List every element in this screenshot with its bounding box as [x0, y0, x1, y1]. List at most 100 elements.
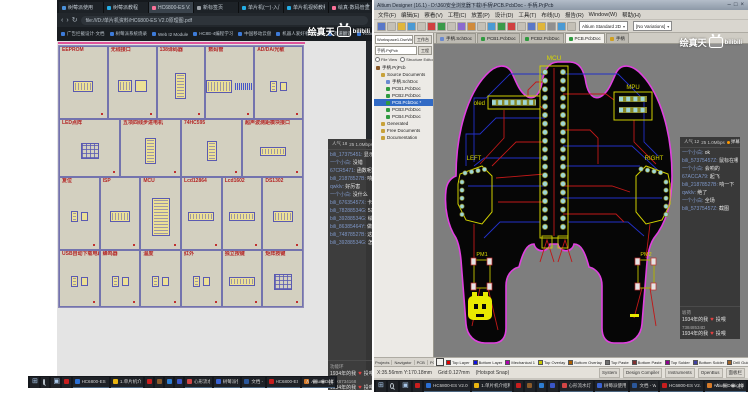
- layer-tab[interactable]: Top Paste: [605, 360, 629, 365]
- project-tree-item[interactable]: Free Documents: [374, 127, 433, 134]
- menu-item[interactable]: Window(W): [589, 12, 617, 18]
- project-tree-item[interactable]: Documentation: [374, 134, 433, 141]
- workspace-button[interactable]: 工作台: [414, 35, 432, 44]
- status-panel-button[interactable]: Design Compiler: [623, 368, 662, 378]
- window-control-button[interactable]: –: [727, 2, 732, 8]
- toolbar-icon[interactable]: [537, 22, 546, 31]
- menu-item[interactable]: 工具(T): [518, 11, 536, 19]
- bookmark-item[interactable]: 广告拦截设计·文档: [61, 31, 105, 37]
- variations-dropdown[interactable]: [No Variations]▾: [633, 21, 672, 31]
- taskbar-item[interactable]: [400, 381, 411, 392]
- layer-tab[interactable]: Top Solder: [665, 360, 690, 365]
- project-tree-item[interactable]: Source Documents: [374, 71, 433, 78]
- toolbar-icon[interactable]: [557, 22, 566, 31]
- project-button[interactable]: 工程: [418, 46, 432, 55]
- taskbar-item[interactable]: [175, 377, 183, 388]
- menu-item[interactable]: 设计(D): [495, 11, 514, 19]
- toolbar-icon[interactable]: [437, 22, 446, 31]
- bookmark-item[interactable]: HC8E-4编程学习: [193, 31, 233, 37]
- taskbar-item[interactable]: [413, 381, 422, 392]
- pcb-canvas[interactable]: 手柄.SchDoc PCB1.PcbDoc PCB2.PcbDoc PCB.Pc…: [434, 33, 748, 357]
- layer-tab[interactable]: Mechanical 1: [505, 360, 535, 365]
- toolbar-icon[interactable]: [547, 22, 556, 31]
- status-panel-button[interactable]: 面板栏: [726, 368, 746, 378]
- project-dropdown[interactable]: 手柄.PrjPcb: [375, 46, 417, 55]
- layer-tab[interactable]: Bottom Paste: [632, 360, 662, 365]
- window-control-button[interactable]: □: [733, 2, 739, 8]
- taskbar-item[interactable]: 树莓派使用课程: [595, 381, 628, 392]
- taskbar-item[interactable]: 文档 - Word: [630, 381, 657, 392]
- document-tab[interactable]: PCB2.PcbDoc: [521, 33, 564, 43]
- browser-tab[interactable]: 单片机视频教程(二): [284, 2, 329, 13]
- toolbar-icon[interactable]: [397, 22, 406, 31]
- toolbar-icon[interactable]: [497, 22, 506, 31]
- dock-panel-tab[interactable]: Projects: [375, 360, 392, 365]
- toolbar-icon[interactable]: [407, 22, 416, 31]
- taskbar-item[interactable]: HC6800-ES V2.0例程…: [73, 377, 109, 388]
- view-option-radio[interactable]: Structure Editor: [400, 57, 434, 62]
- taskbar-item[interactable]: [388, 381, 398, 392]
- taskbar-item[interactable]: 1.单片机介绍和发展: [472, 381, 512, 392]
- layer-tab[interactable]: Bottom Layer: [473, 360, 503, 365]
- taskbar-item[interactable]: 1.单片机介绍和发展: [111, 377, 143, 388]
- project-tree-item[interactable]: PCB2.PcbDoc: [374, 92, 433, 99]
- taskbar-item[interactable]: [514, 381, 523, 392]
- project-tree-item[interactable]: 手柄.SchDoc: [374, 78, 433, 85]
- browser-tab[interactable]: 树莓派使用: [59, 2, 104, 13]
- taskbar-item[interactable]: [548, 381, 557, 392]
- document-tab[interactable]: 手柄.SchDoc: [436, 33, 476, 43]
- document-tab[interactable]: PCB1.PcbDoc: [477, 33, 520, 43]
- toolbar-icon[interactable]: [467, 22, 476, 31]
- layer-tab[interactable]: Drill Guide: [727, 360, 748, 365]
- menu-item[interactable]: 放置(P): [471, 11, 489, 19]
- view-style-dropdown[interactable]: Altium Standard 2D▾: [579, 21, 628, 31]
- taskbar-item[interactable]: [62, 377, 70, 388]
- layer-tab[interactable]: Bottom Overlay: [568, 360, 602, 365]
- bookmark-item[interactable]: 中国移动云盘: [238, 31, 271, 37]
- project-tree-item[interactable]: PCB.PcbDoc *: [374, 99, 433, 106]
- taskbar-item[interactable]: [155, 377, 163, 388]
- toolbar-icon[interactable]: [427, 22, 436, 31]
- toolbar-icon[interactable]: [417, 22, 426, 31]
- toolbar-icon[interactable]: [567, 22, 576, 31]
- menu-item[interactable]: 编辑(E): [401, 11, 419, 19]
- tray-icon[interactable]: ▤: [312, 379, 317, 385]
- toolbar-icon[interactable]: [377, 22, 386, 31]
- layer-tab[interactable]: Bottom Solder: [693, 360, 724, 365]
- menu-item[interactable]: 察看(V): [424, 11, 442, 19]
- browser-tab[interactable]: 树莓派教程: [104, 2, 149, 13]
- browser-tab[interactable]: 单片机(一)·入门教程: [239, 2, 284, 13]
- bookmark-item[interactable]: 树莓派系统烧录: [110, 31, 148, 37]
- back-icon[interactable]: [61, 17, 63, 24]
- browser-tab[interactable]: HC6800-ES V2.0例程: [149, 2, 194, 13]
- menu-item[interactable]: 帮助(H): [622, 11, 641, 19]
- toolbar-icon[interactable]: [477, 22, 486, 31]
- toolbar-icon[interactable]: [487, 22, 496, 31]
- toolbar-icon[interactable]: [517, 22, 526, 31]
- taskbar-item[interactable]: [51, 377, 60, 388]
- project-tree-item[interactable]: Generated: [374, 120, 433, 127]
- browser-tab[interactable]: 新标签页: [194, 2, 239, 13]
- taskbar-item[interactable]: [145, 377, 153, 388]
- toolbar-icon[interactable]: [447, 22, 456, 31]
- project-tree-item[interactable]: PCB4.PcbDoc: [374, 113, 433, 120]
- toolbar-icon[interactable]: [457, 22, 466, 31]
- layer-tab[interactable]: Top Layer: [446, 360, 470, 365]
- document-tab[interactable]: 手柄: [606, 33, 629, 43]
- window-control-button[interactable]: ×: [739, 2, 745, 8]
- reload-icon[interactable]: [72, 17, 78, 24]
- layer-tab[interactable]: Top Overlay: [538, 360, 565, 365]
- url-input[interactable]: file:///D:/单片机资料/HC6800-ES V2.0原理图.pdf: [81, 16, 368, 25]
- taskbar-item[interactable]: HC6800-ES V2.0资料: [660, 381, 703, 392]
- project-tree-item[interactable]: 手柄.PrjPcb: [374, 64, 433, 71]
- tray-icon[interactable]: 拼: [328, 378, 334, 386]
- danmaku-toggle[interactable]: 弹幕: [727, 139, 740, 145]
- taskbar-item[interactable]: 心形流水灯视频: [560, 381, 593, 392]
- menu-item[interactable]: 工程(C): [448, 11, 467, 19]
- menu-item[interactable]: 文件(F): [378, 11, 396, 19]
- menu-item[interactable]: 布线(U): [541, 11, 560, 19]
- taskbar-item[interactable]: HC6800-ES V2.0资料: [267, 377, 301, 388]
- taskbar-item[interactable]: 文档 - Word: [242, 377, 264, 388]
- toolbar-icon[interactable]: [527, 22, 536, 31]
- taskbar-item[interactable]: [30, 377, 39, 388]
